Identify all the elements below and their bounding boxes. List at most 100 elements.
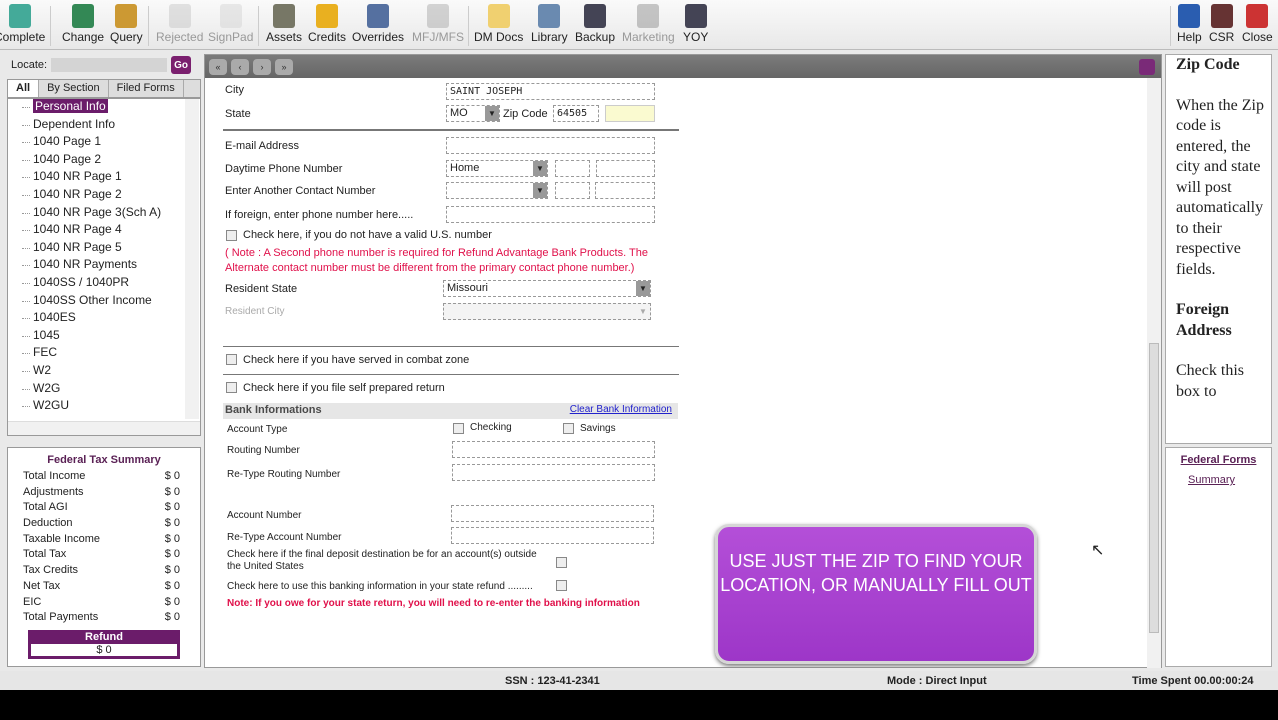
tree-item[interactable]: 1040ES (8, 310, 200, 328)
tree-item[interactable]: W2G (8, 381, 200, 399)
rejected-button[interactable]: Rejected (156, 4, 203, 44)
foreign-deposit-checkbox[interactable] (556, 557, 567, 568)
tree-item[interactable]: 1040 NR Page 3(Sch A) (8, 205, 200, 223)
next-page-icon[interactable]: › (253, 58, 271, 75)
self-prepared-checkbox[interactable] (226, 382, 237, 393)
overrides-button[interactable]: Overrides (352, 4, 404, 44)
tree-item[interactable]: W2 (8, 363, 200, 381)
zip-lookup-box[interactable] (605, 105, 655, 122)
mfj-mfs-button[interactable]: MFJ/MFS (412, 4, 464, 44)
city-field[interactable]: SAINT JOSEPH (446, 83, 655, 100)
summary-row-value: $ 0 (164, 517, 180, 530)
form-nav-bar: « ‹ › » (205, 55, 1161, 78)
assets-button[interactable]: Assets (266, 4, 302, 44)
tree-item[interactable]: Dependent Info (8, 117, 200, 135)
toolbar-label: Complete (0, 30, 46, 44)
resident-city-select[interactable]: ▼ (443, 303, 651, 320)
note-line-2: Alternate contact number must be differe… (225, 262, 635, 274)
foreign-phone-field[interactable] (446, 206, 655, 223)
tree-horizontal-scrollbar[interactable] (8, 421, 200, 435)
tree-item[interactable]: 1040 Page 1 (8, 134, 200, 152)
another-phone-type-select[interactable]: ▼ (446, 182, 548, 199)
self-prepared-label: Check here if you file self prepared ret… (243, 382, 445, 394)
yoy-button[interactable]: YOY (683, 4, 708, 44)
tree-item[interactable]: 1040 Page 2 (8, 152, 200, 170)
toolbar: Complete Change Query Rejected SignPad Assets… (0, 0, 1278, 50)
dm-docs-button[interactable]: DM Docs (474, 4, 523, 44)
backup-button[interactable]: Backup (575, 4, 615, 44)
help-text-foreign: Check this box to (1176, 362, 1244, 400)
clear-bank-info-link[interactable]: Clear Bank Information (570, 404, 672, 415)
previous-page-icon[interactable]: ‹ (231, 58, 249, 75)
routing-field[interactable] (452, 441, 655, 458)
instruction-banner: USE JUST THE ZIP TO FIND YOUR LOCATION, … (715, 524, 1037, 664)
retype-routing-field[interactable] (452, 464, 655, 481)
tree-item[interactable]: FEC (8, 345, 200, 363)
resident-state-select[interactable]: Missouri ▼ (443, 280, 651, 297)
summary-row: EIC $ 0 (8, 596, 200, 612)
locate-input[interactable] (51, 58, 168, 72)
another-phone-number-field[interactable] (595, 182, 655, 199)
tree-item[interactable]: 1040 NR Page 4 (8, 222, 200, 240)
tree-item-label: 1040 NR Page 4 (33, 222, 122, 237)
change-button[interactable]: Change (62, 4, 104, 44)
signpad-icon (219, 4, 242, 28)
tree-item-label: W2G (33, 380, 61, 395)
tree-item[interactable]: 1040SS Other Income (8, 293, 200, 311)
marketing-button[interactable]: Marketing (622, 4, 675, 44)
tree-item[interactable]: Personal Info (8, 99, 200, 117)
help-button[interactable]: Help (1177, 4, 1202, 44)
no-us-number-checkbox[interactable] (226, 230, 237, 241)
summary-row: Total Income $ 0 (8, 470, 200, 486)
retype-account-field[interactable] (451, 527, 654, 544)
tree-item[interactable]: 1040SS / 1040PR (8, 275, 200, 293)
toolbar-separator (258, 6, 259, 46)
tree-item[interactable]: 1040 NR Page 2 (8, 187, 200, 205)
first-page-icon[interactable]: « (209, 58, 227, 75)
library-button[interactable]: Library (531, 4, 568, 44)
combat-zone-checkbox[interactable] (226, 354, 237, 365)
last-page-icon[interactable]: » (275, 58, 293, 75)
email-field[interactable] (446, 137, 655, 154)
tree-item[interactable]: 1040 NR Page 1 (8, 169, 200, 187)
tab-filed-forms[interactable]: Filed Forms (109, 80, 184, 97)
tree-item[interactable]: 1040 NR Payments (8, 257, 200, 275)
scroll-thumb[interactable] (1149, 343, 1159, 633)
state-refund-label: Check here to use this banking informati… (227, 581, 533, 592)
help-heading-foreign: Foreign Address (1176, 301, 1232, 339)
savings-checkbox[interactable] (563, 423, 574, 434)
form-view-toggle-icon[interactable] (1139, 59, 1155, 75)
complete-button[interactable]: Complete (0, 4, 45, 44)
zip-field[interactable]: 64505 (553, 105, 599, 122)
tree-vertical-scrollbar[interactable] (185, 99, 199, 419)
summary-row-label: EIC (23, 595, 42, 608)
account-number-field[interactable] (451, 505, 654, 522)
toolbar-label: SignPad (208, 30, 254, 44)
tab-by-section[interactable]: By Section (39, 80, 109, 97)
signpad-button[interactable]: SignPad (208, 4, 253, 44)
federal-forms-link[interactable]: Federal Forms (1166, 454, 1271, 466)
day-phone-type-select[interactable]: Home ▼ (446, 160, 548, 177)
tree-item[interactable]: W2GU (8, 398, 200, 416)
credits-button[interactable]: Credits (308, 4, 346, 44)
another-phone-area-field[interactable] (555, 182, 590, 199)
csr-button[interactable]: CSR (1209, 4, 1234, 44)
query-button[interactable]: Query (110, 4, 143, 44)
checking-checkbox[interactable] (453, 423, 464, 434)
foreign-deposit-label-1: Check here if the final deposit destinat… (227, 549, 537, 560)
summary-link[interactable]: Summary (1188, 474, 1271, 486)
tree-item[interactable]: 1040 NR Page 5 (8, 240, 200, 258)
state-refund-checkbox[interactable] (556, 580, 567, 591)
go-button[interactable]: Go (171, 56, 192, 74)
tree-item[interactable]: 1045 (8, 328, 200, 346)
day-phone-number-field[interactable] (596, 160, 655, 177)
form-vertical-scrollbar[interactable] (1147, 78, 1161, 668)
day-phone-area-field[interactable] (555, 160, 590, 177)
summary-row: Total AGI $ 0 (8, 501, 200, 517)
close-button[interactable]: Close (1242, 4, 1273, 44)
bank-info-title: Bank Informations (225, 404, 322, 416)
tab-all[interactable]: All (8, 80, 40, 97)
routing-label: Routing Number (227, 445, 300, 456)
toolbar-label: DM Docs (474, 30, 524, 44)
state-select[interactable]: MO ▼ (446, 105, 500, 122)
